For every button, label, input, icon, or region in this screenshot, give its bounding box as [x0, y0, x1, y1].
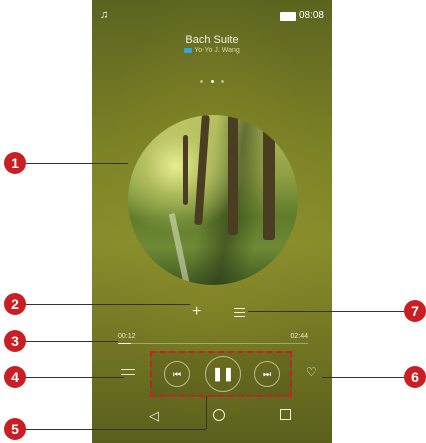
total-time: 02:44: [290, 333, 308, 340]
leader-line-5: [26, 429, 206, 430]
tree-trunk: [194, 115, 210, 226]
leader-line-6: [322, 377, 404, 378]
callout-7: 7: [404, 300, 426, 322]
callout-4: 4: [4, 366, 26, 388]
actions-row: +: [92, 303, 332, 321]
callout-3: 3: [4, 330, 26, 352]
music-note-icon: ♫: [100, 9, 109, 21]
artist-name: Yo-Yo J. Wang: [194, 47, 240, 54]
home-icon[interactable]: [213, 409, 225, 421]
progress-fill: [118, 343, 132, 344]
page-dot: [220, 80, 224, 83]
playback-controls: ⏮ ❚❚ ⏭ ♡: [92, 351, 332, 397]
navigation-bar: ◁: [92, 405, 332, 429]
page-dot: [200, 80, 204, 83]
battery-icon: [280, 12, 296, 21]
artist-badge-icon: [184, 47, 193, 53]
album-art[interactable]: [128, 115, 298, 285]
leader-line-4: [26, 377, 124, 378]
leader-line-1: [26, 163, 128, 164]
playlist-queue-button[interactable]: [234, 308, 245, 320]
highlight-box: ⏮ ❚❚ ⏭: [150, 351, 292, 397]
leader-line-5-vertical: [206, 396, 207, 429]
callout-5: 5: [4, 418, 26, 440]
page-indicator: [92, 70, 332, 88]
recent-apps-icon[interactable]: [280, 409, 291, 420]
back-icon[interactable]: ◁: [149, 408, 159, 424]
page-dot-active: [210, 80, 214, 83]
leader-line-3: [26, 341, 118, 342]
status-bar: ♫ 08:08: [92, 9, 332, 24]
tree-trunk: [263, 115, 275, 240]
leader-line-2: [26, 304, 190, 305]
status-time: 08:08: [298, 10, 324, 21]
leader-line-7: [248, 311, 404, 312]
callout-1: 1: [4, 152, 26, 174]
tree-trunk: [183, 135, 188, 205]
path-highlight: [168, 213, 190, 283]
elapsed-time: 00:12: [118, 333, 136, 340]
artist-row: Yo-Yo J. Wang: [92, 47, 332, 54]
tree-trunk: [228, 115, 238, 235]
progress-bar[interactable]: [118, 343, 308, 344]
favorite-button[interactable]: ♡: [306, 365, 317, 379]
next-button[interactable]: ⏭: [254, 361, 280, 387]
previous-button[interactable]: ⏮: [164, 361, 190, 387]
callout-6: 6: [404, 366, 426, 388]
callout-2: 2: [4, 293, 26, 315]
song-title: Bach Suite: [185, 34, 239, 46]
add-to-playlist-button[interactable]: +: [192, 303, 201, 321]
music-player-screen: ♫ 08:08 Bach Suite Yo-Yo J. Wang + 00:12…: [92, 0, 332, 443]
pause-button[interactable]: ❚❚: [205, 356, 241, 392]
